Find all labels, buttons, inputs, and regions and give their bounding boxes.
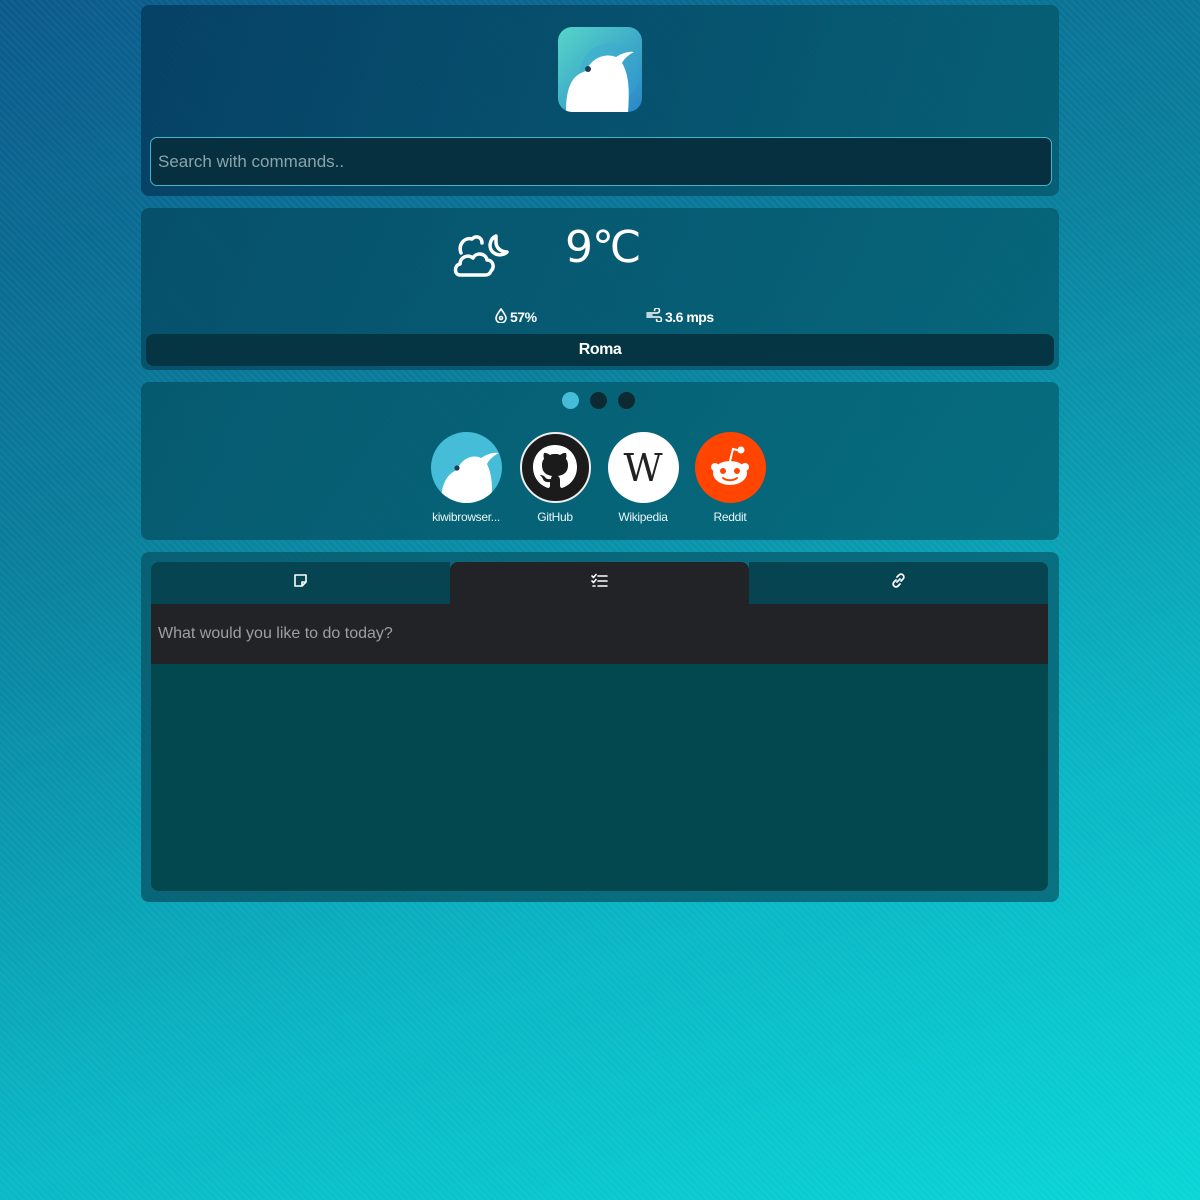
notes-card: [141, 552, 1059, 902]
shortcut-github[interactable]: GitHub: [510, 432, 600, 524]
cloud-moon-icon: [452, 231, 510, 279]
wind-icon: [646, 307, 663, 325]
pager-dot-2[interactable]: [590, 392, 607, 409]
todo-list: [151, 664, 1048, 891]
shortcut-label: kiwibrowser...: [432, 510, 500, 524]
pager-dot-3[interactable]: [618, 392, 635, 409]
city-name[interactable]: Roma: [146, 334, 1054, 366]
header-card: [141, 5, 1059, 196]
wind-readout: 3.6 mps: [646, 307, 714, 325]
github-icon: [519, 432, 591, 503]
shortcut-reddit[interactable]: Reddit: [685, 432, 775, 524]
droplet-icon: [494, 307, 508, 326]
kiwi-browser-logo-icon: [558, 27, 642, 112]
tab-notes[interactable]: [151, 562, 450, 604]
shortcut-wikipedia[interactable]: W Wikipedia: [598, 432, 688, 524]
wind-value: 3.6 mps: [665, 308, 714, 325]
pager-dot-1[interactable]: [562, 392, 579, 409]
shortcut-label: Reddit: [713, 510, 747, 524]
link-icon: [890, 572, 907, 594]
checklist-icon: [591, 573, 608, 593]
shortcut-label: Wikipedia: [618, 510, 668, 524]
notes-tabs: [151, 562, 1048, 604]
shortcut-pager: [562, 392, 635, 409]
tab-links[interactable]: [749, 562, 1048, 604]
wikipedia-icon: W: [607, 432, 679, 503]
shortcut-kiwibrowser[interactable]: kiwibrowser...: [421, 432, 511, 524]
kiwi-icon: [430, 432, 502, 503]
humidity-readout: 57%: [494, 307, 537, 326]
reddit-icon: [694, 432, 766, 503]
todo-input[interactable]: [151, 604, 1048, 664]
temperature: 9℃: [565, 222, 641, 273]
shortcut-label: GitHub: [537, 510, 573, 524]
sticky-note-icon: [293, 573, 308, 593]
tab-todo[interactable]: [450, 562, 749, 604]
shortcuts-card: kiwibrowser... GitHub W Wikipedia Reddit: [141, 382, 1059, 540]
humidity-value: 57%: [510, 309, 537, 325]
search-input[interactable]: [150, 137, 1052, 186]
weather-card: 9℃ 57% 3.6 mps Roma: [141, 208, 1059, 370]
